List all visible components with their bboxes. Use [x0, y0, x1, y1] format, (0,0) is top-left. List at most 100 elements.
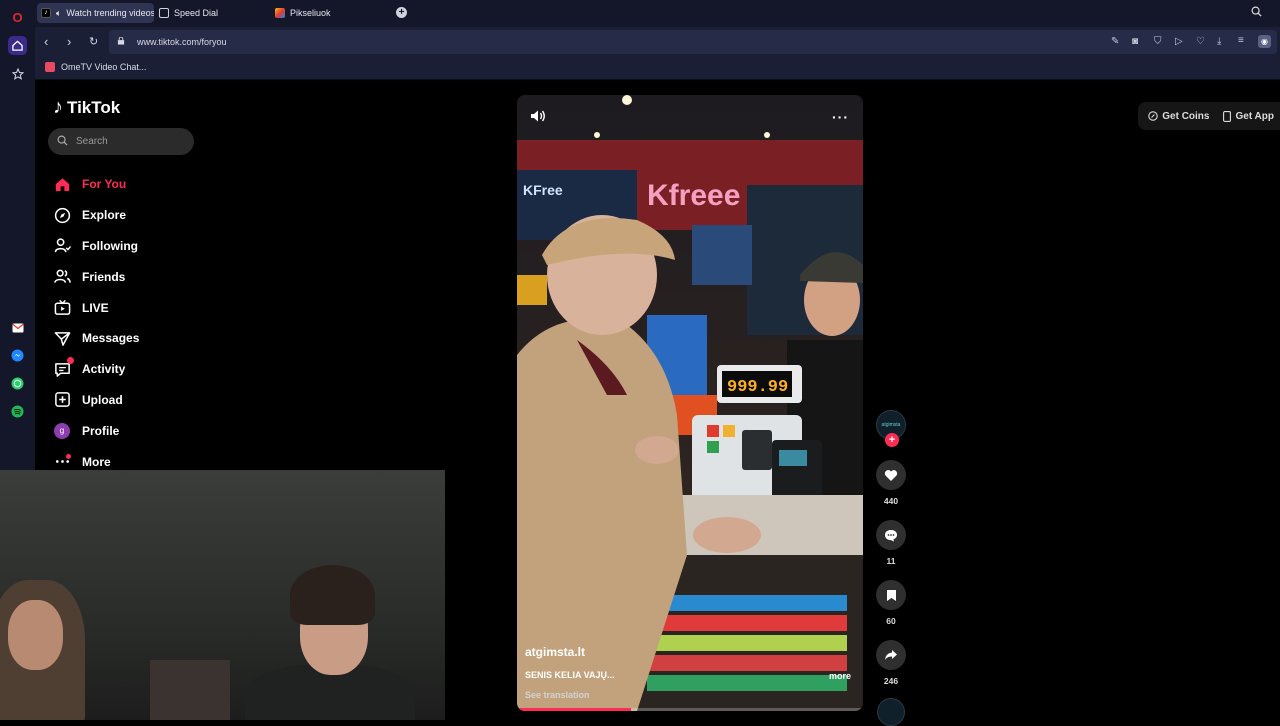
upload-icon [53, 391, 71, 409]
comment-count: 11 [886, 556, 896, 566]
play-icon[interactable]: ▷ [1175, 36, 1183, 47]
address-bar[interactable]: www.tiktok.com/foryou ✎ ◙ ⛉ ▷ ♡ ⤓ ≡ ◉ [109, 30, 1277, 54]
author-avatar-text: atgimsta [881, 422, 901, 428]
nav-label: Messages [82, 331, 140, 346]
opera-logo-icon[interactable]: O [8, 8, 27, 27]
notification-badge [67, 357, 74, 365]
comment-icon[interactable] [876, 520, 906, 550]
nav-friends[interactable]: Friends [53, 261, 139, 292]
music-disc-icon[interactable] [877, 698, 905, 726]
live-icon [53, 299, 71, 317]
tiktok-favicon-icon: ♪ [41, 8, 51, 18]
video-caption: SENIS KELIA VAJŲ... [525, 670, 615, 680]
menu-icon[interactable]: ≡ [1238, 35, 1244, 46]
nav-label: Explore [82, 208, 127, 223]
see-translation-link[interactable]: See translation [525, 690, 590, 700]
camera-icon[interactable]: ◙ [1132, 36, 1138, 47]
nav-upload[interactable]: Upload [53, 385, 139, 416]
nav-explore[interactable]: Explore [53, 200, 139, 231]
store-sign-small: KFree [523, 182, 563, 198]
home-icon[interactable] [8, 36, 27, 55]
tab-label: Speed Dial [174, 8, 219, 18]
tiktok-note-icon: ♪ [53, 96, 63, 118]
tab-label: Pikseliuok [290, 8, 331, 18]
nav-activity[interactable]: Activity [53, 354, 139, 385]
nav-label: Profile [82, 423, 120, 438]
edit-icon[interactable]: ✎ [1111, 36, 1119, 47]
avatar: g [54, 422, 70, 439]
save-count: 60 [886, 616, 896, 626]
bookmark-label: OmeTV Video Chat... [61, 62, 147, 72]
messages-icon [53, 329, 71, 347]
tab-bar: ♪ 🔈︎ Watch trending videos Speed Dial Pi… [35, 0, 1280, 27]
top-right-actions: Get Coins Get App [1138, 102, 1280, 130]
star-icon[interactable] [8, 64, 27, 83]
video-frame: Kfreee KFree 999.99 [517, 95, 863, 711]
follow-plus-icon[interactable]: + [885, 433, 899, 447]
sound-icon[interactable] [530, 109, 546, 126]
caption-more-link[interactable]: more [829, 671, 851, 681]
tab-search-icon[interactable] [1251, 6, 1262, 20]
nav-messages[interactable]: Messages [53, 323, 139, 354]
tiktok-logo[interactable]: ♪ TikTok [53, 96, 120, 119]
more-options-icon[interactable]: ··· [832, 109, 849, 125]
nav-following[interactable]: Following [53, 231, 139, 262]
following-icon [53, 237, 71, 255]
like-count: 440 [883, 496, 899, 506]
lock-icon [117, 37, 125, 45]
download-icon[interactable]: ⤓ [1217, 36, 1221, 47]
webcam-chair [150, 660, 230, 720]
tab-pikseliuok[interactable]: Pikseliuok [271, 3, 389, 23]
tiktok-nav: For You Explore Following Friends LIVE M… [53, 169, 139, 477]
like-action[interactable]: 440 [873, 460, 909, 506]
bookmark-ometv[interactable]: OmeTV Video Chat... [45, 62, 146, 72]
phone-icon [1223, 110, 1232, 122]
bookmark-icon[interactable] [876, 580, 906, 610]
tiktok-logo-text: TikTok [67, 97, 121, 117]
register-display: 999.99 [727, 378, 788, 397]
home-icon [53, 175, 71, 193]
webcam-overlay [0, 470, 445, 720]
share-action[interactable]: 246 [873, 640, 909, 686]
nav-live[interactable]: LIVE [53, 292, 139, 323]
get-coins-label: Get Coins [1162, 110, 1210, 122]
nav-label: More [82, 454, 111, 469]
search-box[interactable] [48, 128, 194, 155]
search-input[interactable] [76, 136, 186, 147]
share-icon[interactable] [876, 640, 906, 670]
bookmarks-bar: OmeTV Video Chat... [35, 57, 1280, 80]
video-player[interactable]: Kfreee KFree 999.99 ··· atgimsta.lt SENI… [517, 95, 863, 711]
comment-action[interactable]: 11 [873, 520, 909, 566]
nav-profile[interactable]: g Profile [53, 415, 139, 446]
save-action[interactable]: 60 [873, 580, 909, 626]
compass-icon [53, 206, 71, 224]
store-sign: Kfreee [647, 179, 740, 212]
speaker-icon: 🔈︎ [56, 7, 62, 18]
nav-label: Following [82, 238, 138, 253]
video-progress-bar[interactable] [517, 708, 863, 711]
heart-icon[interactable]: ♡ [1196, 36, 1205, 47]
whatsapp-icon[interactable] [8, 374, 27, 393]
back-button[interactable]: ‹ [44, 34, 48, 49]
shield-icon[interactable]: ⛉ [1154, 36, 1162, 47]
gmail-icon[interactable] [8, 318, 27, 337]
video-author[interactable]: atgimsta.lt [525, 645, 585, 659]
get-coins-button[interactable]: Get Coins [1148, 111, 1209, 122]
more-badge [66, 453, 71, 459]
tab-tiktok[interactable]: ♪ 🔈︎ Watch trending videos [37, 3, 154, 23]
webcam-person-left [0, 580, 85, 720]
messenger-icon[interactable] [8, 346, 27, 365]
spotify-icon[interactable] [8, 402, 27, 421]
nav-for-you[interactable]: For You [53, 169, 139, 200]
new-tab-button[interactable]: + [396, 7, 407, 18]
tab-speed-dial[interactable]: Speed Dial [155, 3, 267, 23]
get-app-button[interactable]: Get App [1223, 111, 1274, 122]
share-count: 246 [883, 676, 899, 686]
tab-label: Watch trending videos [66, 8, 154, 18]
forward-button[interactable]: › [67, 34, 71, 49]
author-avatar[interactable]: atgimsta + [876, 410, 906, 447]
reload-button[interactable]: ↻ [89, 35, 98, 48]
video-actions: atgimsta + 440 11 60 246 [873, 410, 909, 726]
profile-icon[interactable]: ◉ [1258, 35, 1271, 48]
heart-icon[interactable] [876, 460, 906, 490]
